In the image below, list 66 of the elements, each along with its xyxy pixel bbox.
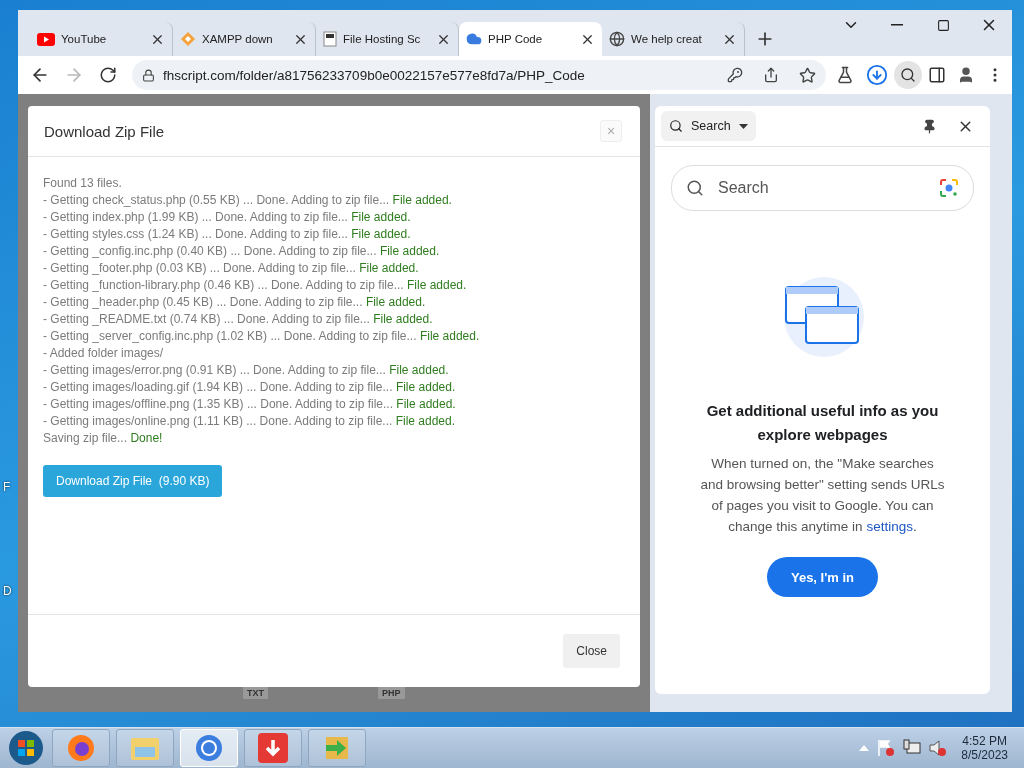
settings-link[interactable]: settings <box>866 519 913 534</box>
person-icon <box>957 66 975 84</box>
log-line: - Getting _header.php (0.45 KB) ... Done. Adding to zip file... File added. <box>43 294 426 311</box>
circle-logo-icon <box>194 733 224 763</box>
log-line: Found 13 files. <box>43 175 122 192</box>
address-bar[interactable]: fhscript.com/folder/a81756233709b0e0022157e577e8fd7a/PHP_Code <box>132 60 826 90</box>
download-app-icon <box>258 733 288 763</box>
log-line: - Getting index.php (1.99 KB) ... Done. Adding to zip file... File added. <box>43 209 411 226</box>
speaker-muted-icon[interactable] <box>929 739 948 757</box>
caret-icon <box>738 123 748 129</box>
network-icon[interactable] <box>903 739 922 757</box>
log-line: Saving zip file... Done! <box>43 430 163 447</box>
file-type-label: PHP <box>378 687 405 699</box>
download-icon[interactable] <box>866 64 888 86</box>
clock-date: 8/5/2023 <box>961 748 1008 762</box>
panel-description: When turned on, the "Make searches and browsing better" setting sends URLs of pages you visit to Google. You can change this anytime in settings. <box>699 455 946 536</box>
side-panel-icon[interactable] <box>928 66 946 84</box>
taskbar-app-button[interactable] <box>244 729 302 767</box>
clock-time: 4:52 PM <box>962 734 1007 748</box>
log-line: - Getting _config.inc.php (0.40 KB) ... Done. Adding to zip file... File added. <box>43 243 440 260</box>
folder-icon <box>130 735 160 761</box>
reload-icon <box>99 66 117 84</box>
taskbar-app-button[interactable] <box>52 729 110 767</box>
flask-icon[interactable] <box>836 66 854 84</box>
log-line: - Getting check_status.php (0.55 KB) ... Done. Adding to zip file... File added. <box>43 192 452 209</box>
lock-icon <box>142 68 155 82</box>
minimize-icon <box>891 24 903 26</box>
lens-icon[interactable] <box>939 178 959 198</box>
log-line: - Getting images/online.png (1.11 KB) ... Done. Adding to zip file... File added. <box>43 413 456 430</box>
start-button[interactable] <box>6 729 46 767</box>
log-line: - Added folder images/ <box>43 345 164 362</box>
star-icon[interactable] <box>799 66 816 84</box>
desktop-icon-label: D <box>2 584 13 598</box>
key-icon[interactable] <box>727 67 743 83</box>
pin-icon[interactable] <box>922 118 937 134</box>
panel-heading: Get additional useful info as you explore webpages <box>705 401 940 445</box>
close-button[interactable]: Close <box>563 634 620 668</box>
log-line: - Getting _README.txt (0.74 KB) ... Done. Adding to zip file... File added. <box>43 311 433 328</box>
log-line: - Getting _server_config.inc.php (1.02 KB) ... Done. Adding to zip file... File added. <box>43 328 480 345</box>
mode-dropdown[interactable]: Search <box>661 111 756 141</box>
log-line: - Getting styles.css (1.24 KB) ... Done. Adding to zip file... File added. <box>43 226 411 243</box>
log-line: - Getting images/loading.gif (1.94 KB) ... Done. Adding to zip file... File added. <box>43 379 456 396</box>
page-icon <box>323 31 337 47</box>
log-line: - Getting _footer.php (0.03 KB) ... Done. Adding to zip file... File added. <box>43 260 419 277</box>
search-button[interactable] <box>894 61 922 89</box>
fox-logo-icon <box>66 733 96 763</box>
file-type-label: TXT <box>243 687 268 699</box>
log-line: - Getting images/offline.png (1.35 KB) ... Done. Adding to zip file... File added. <box>43 396 456 413</box>
globe-icon <box>609 31 625 47</box>
cloud-icon <box>466 31 482 47</box>
search-icon <box>900 67 916 83</box>
share-icon[interactable] <box>763 67 779 83</box>
maximize-icon <box>936 18 950 32</box>
confirm-button[interactable]: Yes, I'm in <box>767 557 878 597</box>
browser-tab[interactable]: PHP Code <box>459 22 602 56</box>
diamond-logo-icon <box>180 31 196 47</box>
search-input[interactable]: Search <box>716 178 927 198</box>
flag-alert-icon[interactable] <box>877 739 896 757</box>
search-field[interactable]: Search <box>671 165 974 211</box>
log-line: - Getting _function-library.php (0.46 KB) ... Done. Adding to zip file... File added. <box>43 277 467 294</box>
video-logo-icon <box>37 32 55 46</box>
search-icon <box>669 119 683 133</box>
dialog-title: Download Zip File <box>44 122 165 140</box>
log-line: - Getting images/error.png (0.91 KB) ... Done. Adding to zip file... File added. <box>43 362 449 379</box>
search-icon <box>686 179 704 197</box>
desktop-icon-label: F <box>2 480 12 494</box>
